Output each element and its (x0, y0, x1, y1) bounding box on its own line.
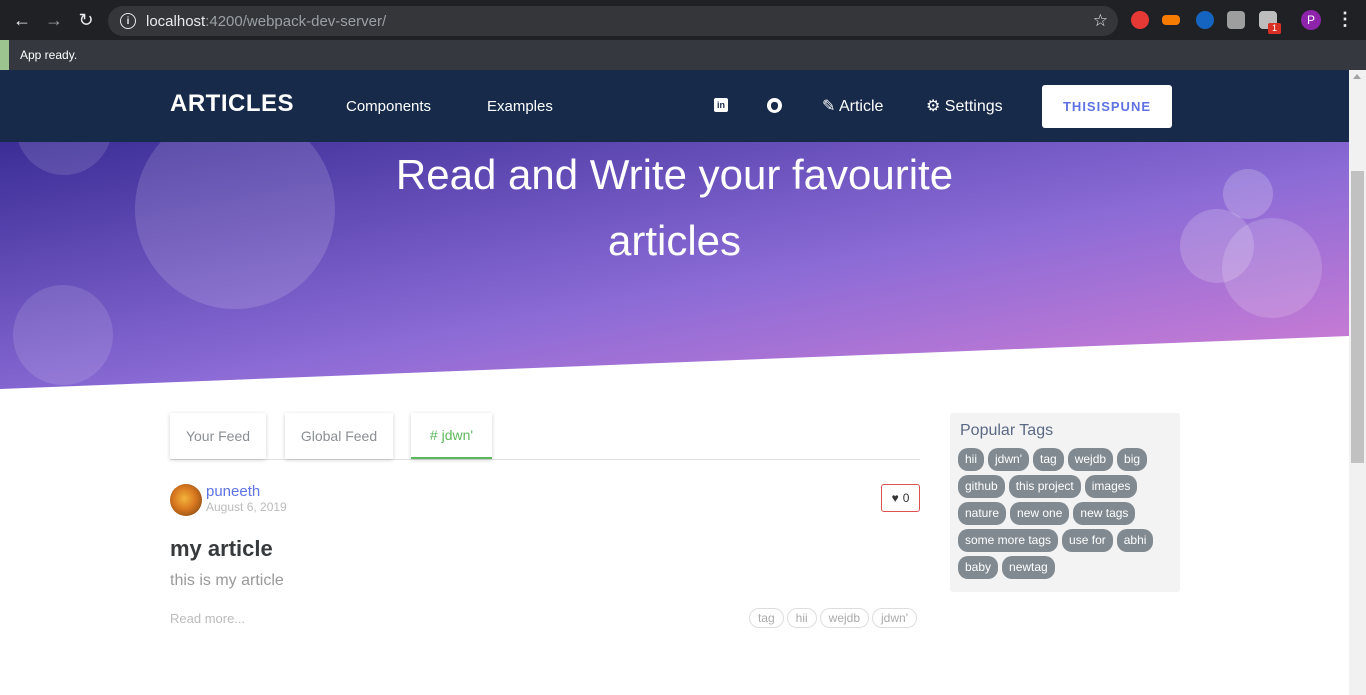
app-header: ARTICLES Components Examples in ✎ Articl… (0, 70, 1349, 142)
url-host: localhost (146, 12, 206, 30)
popular-tag[interactable]: images (1084, 475, 1138, 498)
lightbulb-extension-icon[interactable] (1227, 11, 1245, 29)
url-path: :4200/webpack-dev-server/ (205, 12, 387, 30)
popular-tag[interactable]: new tags (1073, 502, 1136, 525)
article-tag: wejdb (819, 608, 870, 628)
popular-tag[interactable]: wejdb (1067, 448, 1114, 471)
popular-tag[interactable]: baby (958, 556, 999, 579)
extension-badge: 1 (1268, 23, 1281, 34)
profile-avatar[interactable]: P (1301, 10, 1321, 30)
user-profile-button[interactable]: THISISPUNE (1042, 85, 1172, 128)
gear-icon: ⚙ (926, 98, 941, 115)
nav-settings[interactable]: ⚙ Settings (926, 96, 1003, 116)
popular-tag[interactable]: jdwn' (988, 448, 1029, 471)
popular-tags-sidebar: Popular Tags hii jdwn' tag wejdb big git… (950, 413, 1180, 592)
bookmark-star-icon[interactable]: ☆ (1093, 11, 1108, 31)
nav-settings-label: Settings (944, 98, 1003, 115)
browser-menu-icon[interactable]: ⋮ (1336, 9, 1354, 30)
article-tag-list: tag hii wejdb jdwn' (748, 608, 917, 628)
nav-examples[interactable]: Examples (487, 98, 553, 115)
tab-global-feed[interactable]: Global Feed (285, 413, 393, 459)
article-date: August 6, 2019 (206, 500, 287, 514)
linkedin-icon[interactable]: in (714, 98, 728, 112)
edit-icon: ✎ (822, 98, 836, 115)
address-bar[interactable]: i localhost:4200/webpack-dev-server/ ☆ (108, 6, 1118, 36)
page-scrollbar[interactable] (1349, 70, 1366, 695)
popular-tag[interactable]: nature (958, 502, 1007, 525)
status-bar: App ready. (0, 40, 1366, 70)
popular-tag-list: hii jdwn' tag wejdb big github this proj… (958, 448, 1172, 579)
sidebar-title: Popular Tags (960, 422, 1054, 439)
article-tag: jdwn' (872, 608, 917, 628)
popular-tag[interactable]: use for (1062, 529, 1113, 552)
scrollbar-thumb[interactable] (1351, 171, 1364, 463)
popular-tag[interactable]: this project (1008, 475, 1081, 498)
author-name[interactable]: puneeth (206, 483, 260, 500)
heart-icon: ♥ (891, 491, 899, 505)
hero-banner: Read and Write your favourite articles (0, 142, 1349, 390)
browser-toolbar: ← → ↻ i localhost:4200/webpack-dev-serve… (0, 0, 1366, 40)
favorite-button[interactable]: ♥ 0 (881, 484, 920, 512)
hero-title: Read and Write your favourite articles (395, 151, 954, 264)
popular-tag[interactable]: new one (1010, 502, 1070, 525)
article-description[interactable]: this is my article (170, 572, 284, 590)
article-tag: tag (748, 608, 784, 628)
status-message: App ready. (20, 48, 78, 62)
article-tag: hii (786, 608, 817, 628)
popular-tag[interactable]: abhi (1116, 529, 1154, 552)
read-more-link[interactable]: Read more... (170, 611, 245, 626)
favorite-count: 0 (902, 491, 910, 505)
popular-tag[interactable]: tag (1033, 448, 1064, 471)
scroll-up-icon[interactable] (1353, 74, 1361, 79)
tabs-divider (170, 459, 920, 460)
popular-tag[interactable]: newtag (1002, 556, 1055, 579)
popular-tag[interactable]: big (1117, 448, 1148, 471)
status-accent (0, 40, 9, 70)
nav-article[interactable]: ✎ Article (822, 96, 883, 116)
popular-tag[interactable]: hii (958, 448, 985, 471)
article-title[interactable]: my article (170, 536, 273, 562)
tab-your-feed[interactable]: Your Feed (170, 413, 266, 459)
back-icon[interactable]: ← (8, 6, 36, 34)
extension-icon[interactable] (1196, 11, 1214, 29)
adblock-extension-icon[interactable] (1131, 11, 1149, 29)
wappalyzer-extension-icon[interactable] (1162, 15, 1180, 25)
nav-article-label: Article (838, 98, 884, 115)
brand-logo[interactable]: ARTICLES (170, 90, 294, 118)
info-icon[interactable]: i (120, 13, 136, 29)
github-icon[interactable] (767, 98, 782, 113)
popular-tag[interactable]: github (958, 475, 1005, 498)
reload-icon[interactable]: ↻ (72, 6, 100, 34)
tab-tag-feed[interactable]: # jdwn' (411, 413, 492, 459)
nav-components[interactable]: Components (346, 98, 431, 115)
author-avatar[interactable] (170, 484, 202, 516)
forward-icon[interactable]: → (40, 6, 68, 34)
popular-tag[interactable]: some more tags (958, 529, 1059, 552)
